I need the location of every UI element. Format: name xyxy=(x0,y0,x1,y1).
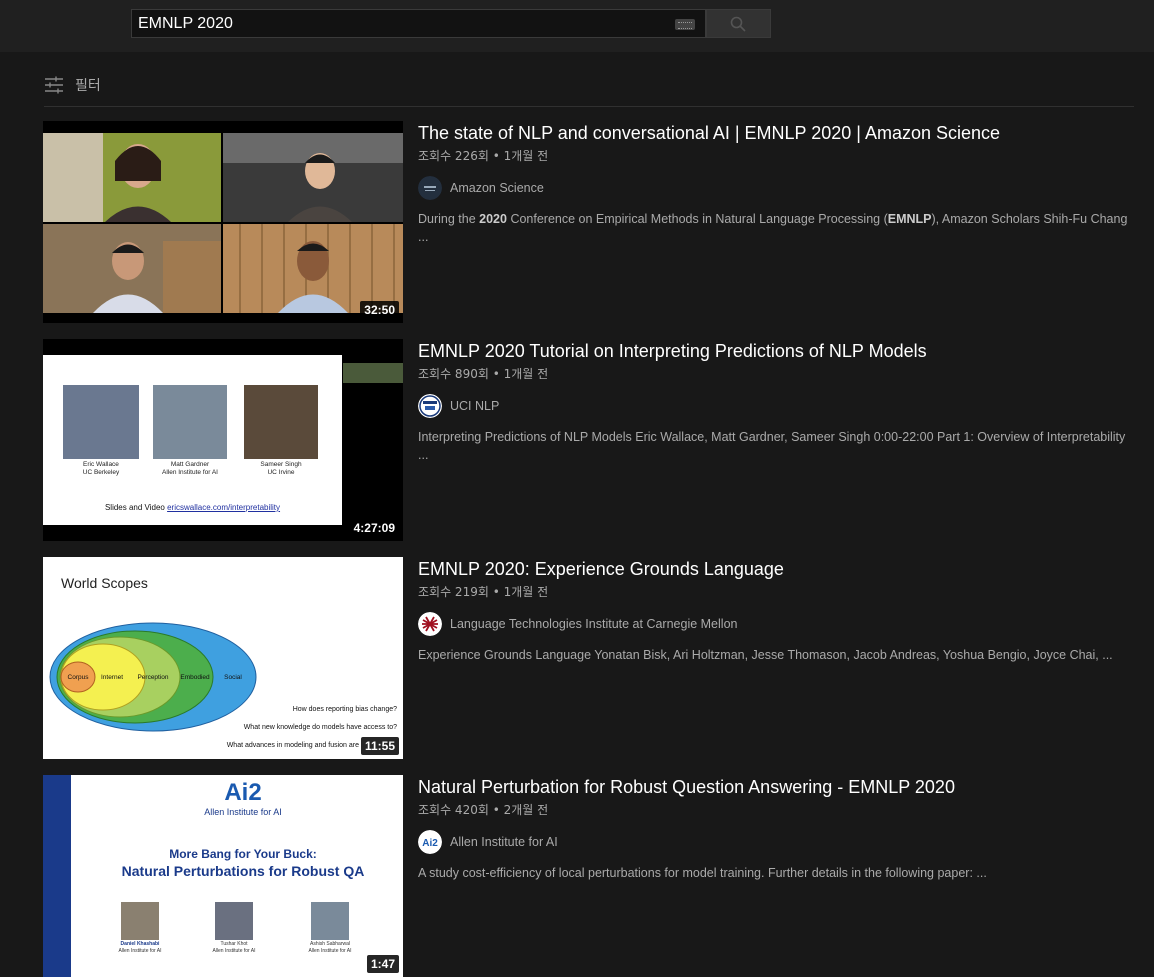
duration-badge: 1:47 xyxy=(366,955,399,973)
duration-badge: 32:50 xyxy=(360,301,399,319)
channel-avatar[interactable]: Ai2 xyxy=(418,830,442,854)
channel-avatar[interactable] xyxy=(418,176,442,200)
video-description: Interpreting Predictions of NLP Models E… xyxy=(418,430,1126,462)
channel-avatar[interactable] xyxy=(418,394,442,418)
filter-icon xyxy=(45,76,63,94)
cmu-logo-icon xyxy=(418,612,442,636)
video-meta: 조회수 890회 • 1개월 전 xyxy=(418,367,549,381)
video-result[interactable]: Eric Wallace UC Berkeley Matt Gardner Alle… xyxy=(43,339,1133,541)
channel-link[interactable]: Amazon Science xyxy=(418,176,1133,200)
scope-label: Embodied xyxy=(180,674,210,681)
video-description: Experience Grounds Language Yonatan Bisk… xyxy=(418,648,1113,662)
video-result[interactable]: Ai2 Allen Institute for AI More Bang for… xyxy=(43,775,1133,977)
video-title[interactable]: The state of NLP and conversational AI |… xyxy=(418,121,1133,145)
svg-text:Ai2: Ai2 xyxy=(422,838,438,849)
person-photo xyxy=(153,385,227,459)
channel-avatar[interactable] xyxy=(418,612,442,636)
video-title[interactable]: EMNLP 2020: Experience Grounds Language xyxy=(418,557,1133,581)
video-description: A study cost-efficiency of local perturb… xyxy=(418,866,987,880)
video-title[interactable]: Natural Perturbation for Robust Question… xyxy=(418,775,1133,799)
search-button[interactable] xyxy=(706,9,771,38)
filter-button[interactable]: 필터 xyxy=(44,74,101,96)
channel-name[interactable]: Amazon Science xyxy=(450,181,544,195)
video-meta: 조회수 219회 • 1개월 전 xyxy=(418,585,549,599)
duration-badge: 4:27:09 xyxy=(349,519,399,537)
scope-label: Corpus xyxy=(68,674,90,681)
world-scopes-diagram: Corpus Internet Perception Embodied Soci… xyxy=(49,622,397,749)
video-result[interactable]: 32:50 The state of NLP and conversationa… xyxy=(43,121,1133,323)
filter-label: 필터 xyxy=(75,78,101,94)
slide-question: How does reporting bias change? xyxy=(293,706,397,713)
keyboard-icon[interactable] xyxy=(675,19,695,30)
person-photo xyxy=(215,902,253,940)
top-bar xyxy=(0,0,1154,52)
amazon-science-logo-icon xyxy=(418,176,442,200)
video-call-thumbnail xyxy=(43,121,403,323)
duration-badge: 11:55 xyxy=(360,737,399,755)
person-photo xyxy=(121,902,159,940)
channel-link[interactable]: UCI NLP xyxy=(418,394,1133,418)
search-icon xyxy=(730,16,746,32)
uci-nlp-logo-icon xyxy=(418,394,442,418)
channel-link[interactable]: Language Technologies Institute at Carne… xyxy=(418,612,1133,636)
slide-question: What advances in modeling and fusion are xyxy=(227,742,359,749)
slide-sidebar xyxy=(43,775,71,977)
scope-label: Social xyxy=(224,674,242,681)
person-photo xyxy=(63,385,139,459)
video-meta: 조회수 420회 • 2개월 전 xyxy=(418,803,549,817)
channel-name[interactable]: UCI NLP xyxy=(450,399,499,413)
slide-question: What new knowledge do models have access… xyxy=(244,724,397,731)
video-meta: 조회수 226회 • 1개월 전 xyxy=(418,149,549,163)
search-results: 필터 32:50 The state of NLP and conversati… xyxy=(0,52,1154,977)
person-photo xyxy=(311,902,349,940)
video-thumbnail[interactable]: Ai2 Allen Institute for AI More Bang for… xyxy=(43,775,403,977)
ai2-logo-icon: Ai2 xyxy=(418,830,442,854)
channel-link[interactable]: Ai2 Allen Institute for AI xyxy=(418,830,1133,854)
search-box[interactable] xyxy=(131,9,706,38)
ai2-logo: Ai2 xyxy=(224,779,262,806)
video-title[interactable]: EMNLP 2020 Tutorial on Interpreting Pred… xyxy=(418,339,1133,363)
scope-label: Perception xyxy=(137,674,168,681)
divider xyxy=(44,106,1134,107)
channel-name[interactable]: Language Technologies Institute at Carne… xyxy=(450,617,737,631)
video-thumbnail[interactable]: World Scopes Corpus Internet Perception … xyxy=(43,557,403,759)
video-result[interactable]: World Scopes Corpus Internet Perception … xyxy=(43,557,1133,759)
person-photo xyxy=(244,385,318,459)
video-description: During the 2020 Conference on Empirical … xyxy=(418,212,1128,244)
video-thumbnail[interactable]: Eric Wallace UC Berkeley Matt Gardner Alle… xyxy=(43,339,403,541)
search-input[interactable] xyxy=(132,10,672,37)
channel-name[interactable]: Allen Institute for AI xyxy=(450,835,558,849)
scope-label: Internet xyxy=(101,674,123,681)
video-thumbnail[interactable]: 32:50 xyxy=(43,121,403,323)
